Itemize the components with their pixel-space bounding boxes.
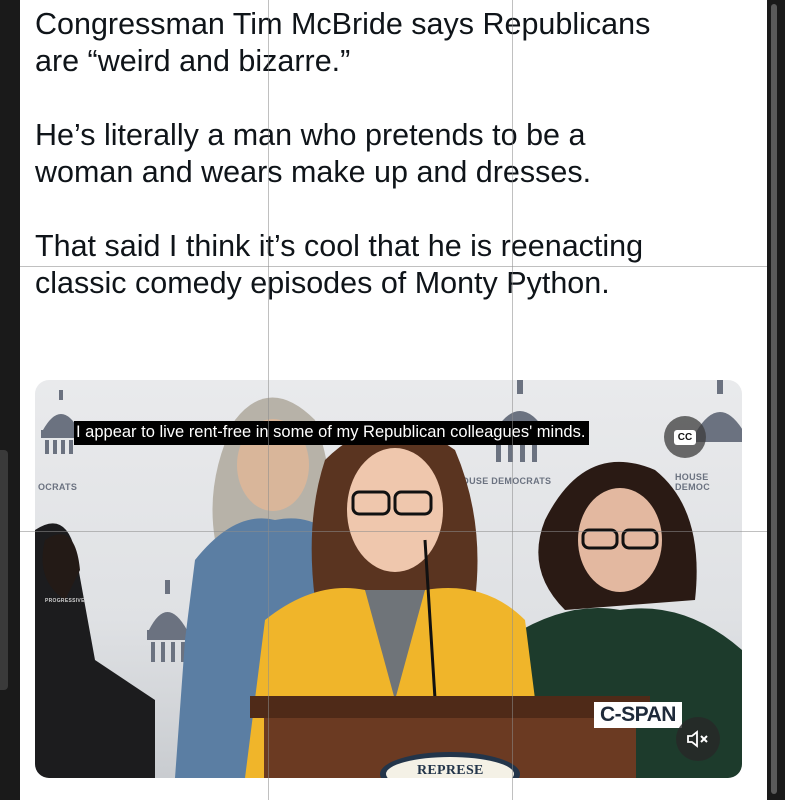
shirt-logo: PROGRESSIVE <box>45 598 85 604</box>
grid-line <box>512 0 513 800</box>
left-edge <box>0 0 20 800</box>
person-left-edge <box>35 523 155 778</box>
speaker-muted-icon <box>687 730 708 748</box>
post-card: Congressman Tim McBride says Republicans… <box>20 0 767 800</box>
cc-icon: CC <box>673 429 697 445</box>
grid-line <box>268 0 269 800</box>
post-line-1: Congressman Tim McBride says Republicans… <box>35 7 651 78</box>
post-line-3: That said I think it’s cool that he is r… <box>35 229 644 300</box>
mute-button[interactable] <box>676 717 720 761</box>
podium-seal-text: REPRESE <box>417 763 484 778</box>
post-line-2: He’s literally a man who pretends to be … <box>35 118 592 189</box>
backdrop-text-left: OCRATS <box>38 482 78 492</box>
side-handle[interactable] <box>0 450 8 690</box>
scrollbar-thumb[interactable] <box>771 4 777 794</box>
scrollbar[interactable] <box>767 0 785 800</box>
grid-line <box>20 266 767 267</box>
cspan-watermark: C-SPAN <box>594 702 682 728</box>
grid-line <box>20 531 767 532</box>
post-text: Congressman Tim McBride says Republicans… <box>35 6 755 302</box>
video-player[interactable]: OCRATS HOUSE DEMOCRATS HOUSE DEMOC PROGR… <box>35 380 742 778</box>
closed-captions-button[interactable]: CC <box>664 416 706 458</box>
